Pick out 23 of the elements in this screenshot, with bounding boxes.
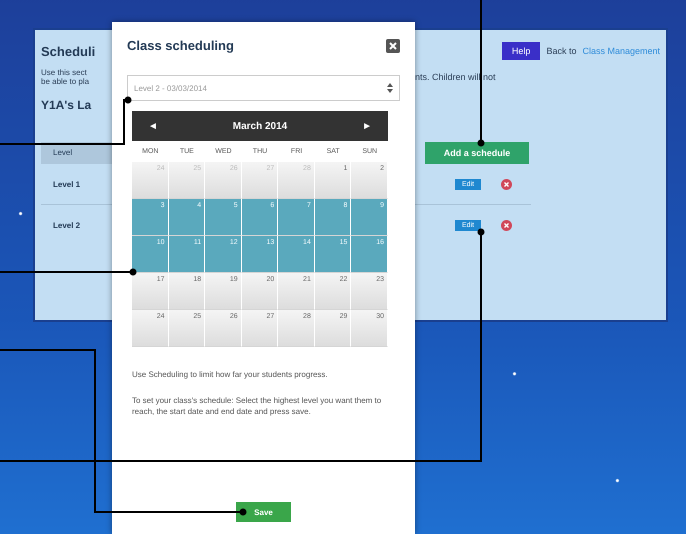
column-header: Level <box>41 142 112 164</box>
back-text: Back to <box>546 46 576 56</box>
add-schedule-button[interactable]: Add a schedule <box>425 142 529 164</box>
level-select[interactable]: Level 2 - 03/03/2014 <box>127 75 400 101</box>
intro-text: be able to pla <box>41 77 90 86</box>
page-title: Scheduli <box>41 44 96 58</box>
month-title: March 2014 <box>232 120 288 132</box>
sort-arrows-icon <box>387 83 393 93</box>
intro-text: nts. Children will not <box>415 72 497 82</box>
help-text: To set your class's schedule: Select the highest level you want them to reach, the start date and end date and press save. <box>132 394 382 418</box>
save-button[interactable]: Save <box>236 502 291 522</box>
next-month-button[interactable]: ► <box>356 120 378 132</box>
intro-text: Use this sect <box>41 68 88 77</box>
dialog-title: Class scheduling <box>127 38 234 53</box>
class-management-link[interactable]: Class Management <box>582 46 660 56</box>
delete-icon[interactable] <box>501 178 512 190</box>
help-text: Use Scheduling to limit how far your students progress. <box>132 369 329 381</box>
close-icon[interactable] <box>386 38 400 52</box>
class-heading: Y1A's La <box>41 98 92 112</box>
help-button[interactable]: Help <box>502 42 540 60</box>
level-cell-text: Level 2 <box>52 220 82 232</box>
delete-icon[interactable] <box>501 220 512 230</box>
previous-month-button[interactable]: ◄ <box>142 120 164 132</box>
